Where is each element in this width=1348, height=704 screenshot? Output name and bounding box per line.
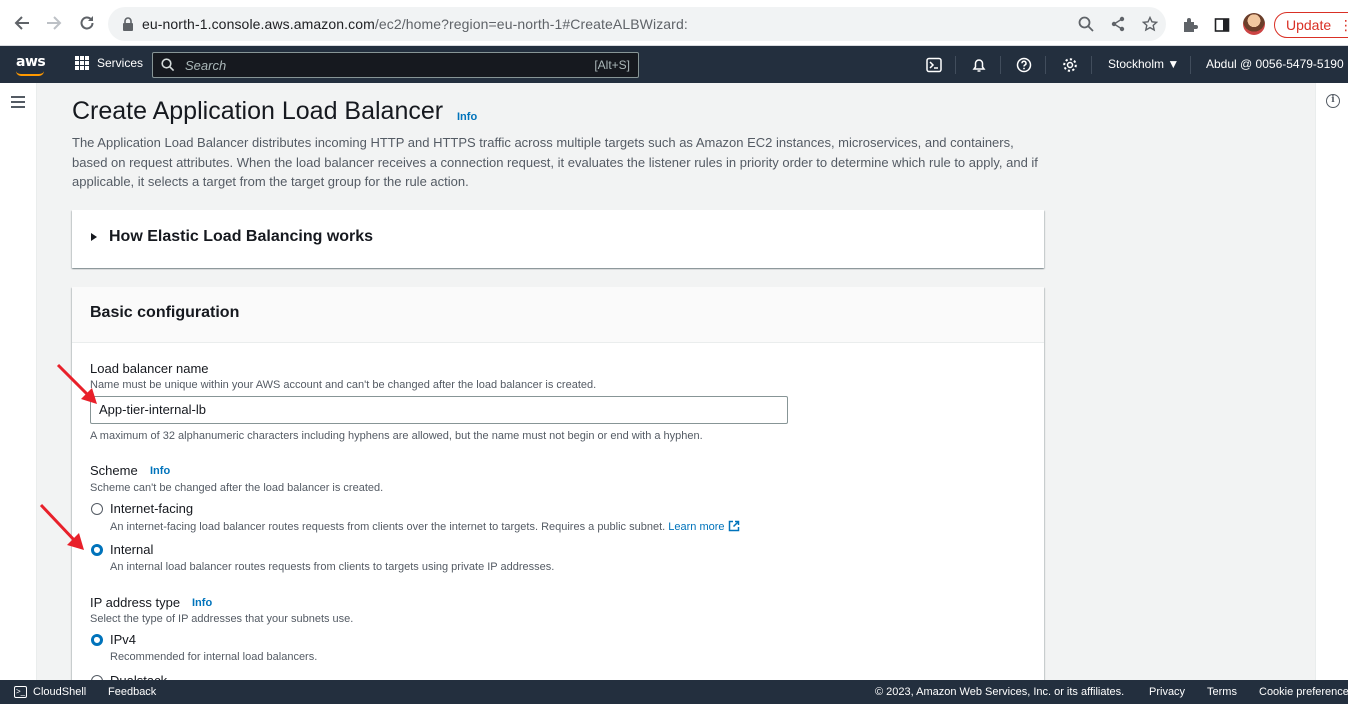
- notifications-bell-icon[interactable]: [970, 56, 988, 74]
- side-panel-icon[interactable]: [1212, 15, 1232, 35]
- internal-description: An internal load balancer routes request…: [110, 561, 555, 573]
- nav-divider: [1190, 56, 1191, 74]
- forward-arrow-icon[interactable]: [42, 11, 66, 35]
- console-search-input[interactable]: Search [Alt+S]: [152, 52, 639, 78]
- ip-type-info-link[interactable]: Info: [192, 597, 212, 609]
- region-selector[interactable]: Stockholm ▼: [1108, 57, 1179, 71]
- basic-configuration-title: Basic configuration: [90, 304, 240, 321]
- left-navigation-rail: [0, 83, 37, 680]
- search-icon: [161, 58, 175, 77]
- services-label: Services: [97, 56, 144, 70]
- services-grid-icon: [75, 56, 89, 70]
- info-panel-icon[interactable]: i: [1326, 94, 1340, 108]
- back-arrow-icon[interactable]: [10, 11, 34, 35]
- privacy-link[interactable]: Privacy: [1149, 686, 1185, 698]
- caret-right-icon: [91, 233, 97, 241]
- scheme-description: Scheme can't be changed after the load b…: [90, 482, 384, 494]
- lb-name-label: Load balancer name: [90, 361, 209, 376]
- panel-header: Basic configuration: [72, 287, 1044, 343]
- scheme-info-link[interactable]: Info: [150, 465, 170, 477]
- title-info-link[interactable]: Info: [457, 111, 477, 123]
- internet-facing-radio[interactable]: [91, 503, 103, 515]
- address-bar[interactable]: eu-north-1.console.aws.amazon.com/ec2/ho…: [108, 7, 1166, 41]
- search-placeholder: Search: [185, 58, 227, 73]
- page-description: The Application Load Balancer distribute…: [72, 135, 1038, 189]
- url-text: eu-north-1.console.aws.amazon.com/ec2/ho…: [142, 16, 688, 32]
- zoom-icon[interactable]: [1076, 14, 1096, 34]
- cloudshell-footer-icon: >_: [14, 686, 27, 698]
- internal-radio[interactable]: [91, 544, 103, 556]
- help-icon[interactable]: [1015, 56, 1033, 74]
- how-elb-works-title: How Elastic Load Balancing works: [109, 228, 374, 245]
- ipv4-label: IPv4: [110, 632, 137, 647]
- internal-label: Internal: [110, 542, 154, 557]
- copyright-text: © 2023, Amazon Web Services, Inc. or its…: [875, 686, 1125, 698]
- bookmark-star-icon[interactable]: [1140, 14, 1160, 34]
- console-footer: >_ CloudShell Feedback © 2023, Amazon We…: [0, 680, 1348, 704]
- ipv4-radio[interactable]: [91, 634, 103, 646]
- internet-facing-label: Internet-facing: [110, 501, 194, 516]
- lb-name-description: Name must be unique within your AWS acco…: [90, 379, 597, 391]
- ipv4-description: Recommended for internal load balancers.: [110, 651, 318, 663]
- cloudshell-link[interactable]: CloudShell: [33, 686, 86, 698]
- extensions-puzzle-icon[interactable]: [1180, 15, 1200, 35]
- settings-gear-icon[interactable]: [1061, 56, 1079, 74]
- annotation-arrow-internal: [39, 503, 84, 550]
- ip-address-type-label: IP address type: [90, 595, 181, 610]
- aws-logo-smile: [16, 71, 44, 76]
- right-help-rail: i: [1315, 83, 1348, 680]
- annotation-arrow-name: [56, 363, 97, 404]
- nav-divider: [955, 56, 956, 74]
- scheme-label: Scheme: [90, 463, 138, 478]
- search-shortcut: [Alt+S]: [594, 58, 630, 72]
- nav-divider: [1000, 56, 1001, 74]
- share-icon[interactable]: [1108, 14, 1128, 34]
- reload-icon[interactable]: [75, 11, 99, 35]
- lock-icon[interactable]: [118, 14, 138, 34]
- services-menu[interactable]: Services: [75, 56, 143, 70]
- terms-link[interactable]: Terms: [1207, 686, 1237, 698]
- cloudshell-icon[interactable]: [925, 56, 943, 74]
- internet-facing-description: An internet-facing load balancer routes …: [110, 520, 740, 533]
- nav-divider: [1091, 56, 1092, 74]
- profile-avatar[interactable]: [1243, 13, 1265, 35]
- page-title: Create Application Load Balancer: [72, 97, 444, 125]
- how-elb-works-expandable[interactable]: How Elastic Load Balancing works: [72, 210, 1044, 268]
- account-menu[interactable]: Abdul @ 0056-5479-5190 ▼: [1206, 57, 1348, 71]
- lb-name-input[interactable]: App-tier-internal-lb: [90, 396, 788, 424]
- ip-type-description: Select the type of IP addresses that you…: [90, 613, 354, 625]
- update-button[interactable]: Update ⋮: [1274, 12, 1348, 38]
- hamburger-menu-icon[interactable]: [11, 96, 25, 111]
- browser-toolbar: eu-north-1.console.aws.amazon.com/ec2/ho…: [0, 0, 1348, 46]
- learn-more-link[interactable]: Learn more: [668, 521, 724, 533]
- feedback-link[interactable]: Feedback: [108, 686, 156, 698]
- external-link-icon: [728, 520, 739, 532]
- lb-name-constraint: A maximum of 32 alphanumeric characters …: [90, 430, 703, 442]
- aws-logo[interactable]: aws: [16, 54, 46, 70]
- basic-configuration-panel: Basic configuration Load balancer name N…: [72, 287, 1044, 688]
- cookie-preferences-link[interactable]: Cookie preferences: [1259, 686, 1348, 698]
- nav-divider: [1045, 56, 1046, 74]
- aws-top-nav: aws Services Search [Alt+S] Stockholm ▼ …: [0, 46, 1348, 83]
